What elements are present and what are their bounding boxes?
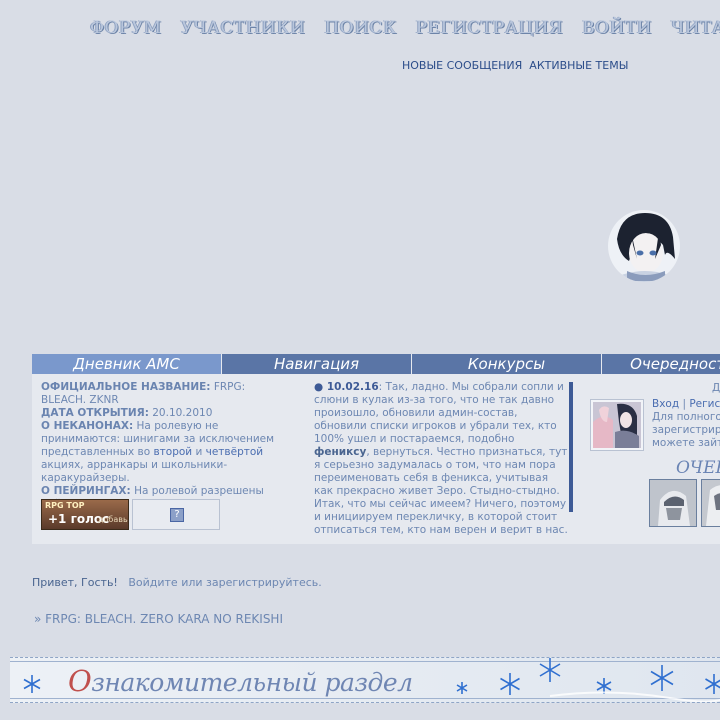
new-messages-link[interactable]: НОВЫЕ СООБЩЕНИЯ xyxy=(402,59,522,72)
tab-contests[interactable]: Конкурсы xyxy=(412,354,601,374)
section-title-initial: О xyxy=(68,664,92,698)
nav-members[interactable]: УЧАСТНИКИ xyxy=(181,18,306,38)
help-banner[interactable]: ? xyxy=(132,499,220,530)
greeting-text: Привет, Гость! xyxy=(32,576,118,589)
welcome-partial: Д xyxy=(712,382,720,394)
queue-title: ОЧЕР xyxy=(676,458,720,478)
section-banner[interactable]: Ознакомительный раздел xyxy=(10,657,720,703)
nav-register[interactable]: РЕГИСТРАЦИЯ xyxy=(416,18,563,38)
login-prompt: Вход | Регист Для полного зарегистриру м… xyxy=(652,398,720,450)
news-bold-word: фениксу xyxy=(314,446,367,458)
noncanon-text-end: акциях, арранкары и школьники-каракурайз… xyxy=(41,459,228,484)
breadcrumb-forum-link[interactable]: » FRPG: BLEACH. ZERO KARA NO REKISHI xyxy=(34,612,283,626)
noncanon-and: и xyxy=(195,446,203,458)
register-link[interactable]: Регист xyxy=(689,398,720,410)
nav-forum[interactable]: ФОРУМ xyxy=(90,18,162,38)
login-text-2: зарегистриру xyxy=(652,424,720,436)
guest-greeting: Привет, Гость! Войдите или зарегистрируй… xyxy=(32,576,322,589)
open-date-label: ДАТА ОТКРЫТИЯ: xyxy=(41,407,149,419)
news-date: ● 10.02.16 xyxy=(314,381,379,393)
greeting-register-link[interactable]: зарегистрируйтесь. xyxy=(206,576,322,589)
section-title-rest: знакомительный раздел xyxy=(91,668,413,697)
fourth-action-link[interactable]: четвёртой xyxy=(206,446,263,458)
sub-navigation: НОВЫЕ СООБЩЕНИЯ АКТИВНЫЕ ТЕМЫ xyxy=(402,59,635,72)
login-text-3: можете зайт xyxy=(652,437,720,449)
rpgtop-title: RPG TOP xyxy=(45,501,85,510)
open-date-value: 20.10.2010 xyxy=(152,407,213,419)
tab-ams-diary[interactable]: Дневник АМС xyxy=(32,354,221,374)
rpgtop-add: добавь xyxy=(98,515,128,524)
forum-info: ОФИЦИАЛЬНОЕ НАЗВАНИЕ: FRPG: BLEACH. ZKNR… xyxy=(41,381,293,511)
guest-avatar-image xyxy=(590,399,644,451)
greeting-or: или xyxy=(181,576,203,589)
nav-reading[interactable]: ЧИТАТЕ xyxy=(671,18,720,38)
rpg-top-vote-button[interactable]: RPG TOP +1 голос добавь xyxy=(41,499,129,530)
news-text-3: Итак, что мы сейчас имеем? Ничего, поэто… xyxy=(314,498,568,538)
info-panel: Дневник АМС Навигация Конкурсы Очереднос… xyxy=(32,354,720,544)
greeting-login-link[interactable]: Войдите xyxy=(128,576,177,589)
tab-queue[interactable]: Очередность xyxy=(602,354,720,374)
second-action-link[interactable]: второй xyxy=(153,446,192,458)
queue-avatar[interactable] xyxy=(649,479,697,527)
login-separator: | xyxy=(682,398,686,410)
header-avatar-image xyxy=(607,209,681,283)
help-icon: ? xyxy=(170,508,184,522)
news-text: ● 10.02.16: Так, ладно. Мы собрали сопли… xyxy=(314,381,568,538)
pairing-label: О ПЕЙРИНГАХ: xyxy=(41,485,131,497)
tab-navigation[interactable]: Навигация xyxy=(222,354,411,374)
breadcrumb[interactable]: » FRPG: BLEACH. ZERO KARA NO REKISHI xyxy=(34,612,283,626)
nav-login[interactable]: ВОЙТИ xyxy=(582,18,652,38)
section-title[interactable]: Ознакомительный раздел xyxy=(68,664,413,698)
noncanon-label: О НЕКАНОНАХ: xyxy=(41,420,134,432)
news-scrollbar[interactable] xyxy=(569,382,573,512)
nav-search[interactable]: ПОИСК xyxy=(324,18,396,38)
login-text-1: Для полного xyxy=(652,411,720,423)
top-navigation: ФОРУМ УЧАСТНИКИ ПОИСК РЕГИСТРАЦИЯ ВОЙТИ ЧИТАТ… xyxy=(90,18,720,38)
active-topics-link[interactable]: АКТИВНЫЕ ТЕМЫ xyxy=(529,59,628,72)
queue-avatar[interactable] xyxy=(701,479,720,527)
official-name-label: ОФИЦИАЛЬНОЕ НАЗВАНИЕ: xyxy=(41,381,211,393)
login-link[interactable]: Вход xyxy=(652,398,679,410)
